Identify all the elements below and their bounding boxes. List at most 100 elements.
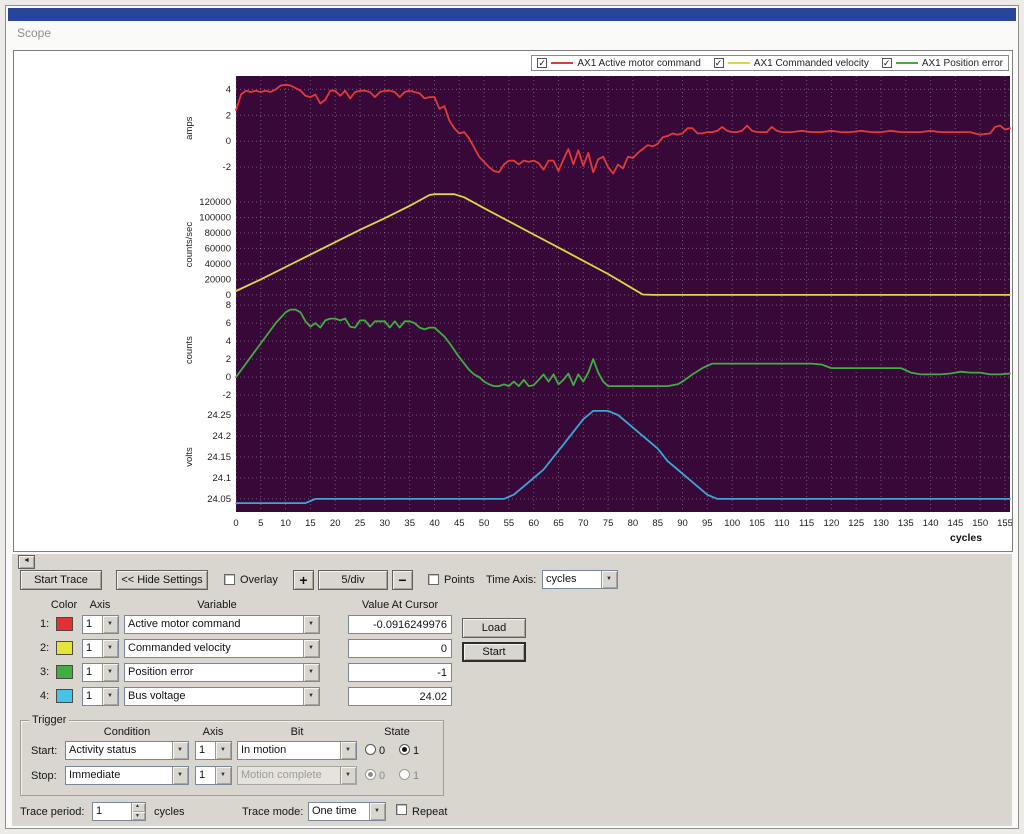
trigger-start-axis-select[interactable]: 1 [195, 741, 232, 760]
overlay-checkbox[interactable] [224, 574, 235, 585]
channel-axis-select[interactable]: 1 [82, 615, 119, 634]
scope-window: Scope 0510152025303540455055606570758085… [5, 5, 1019, 829]
svg-text:5: 5 [258, 518, 263, 529]
settings-panel: Start Trace << Hide Settings Overlay + 5… [12, 554, 1012, 826]
trigger-start-state-0-radio[interactable] [365, 744, 376, 755]
svg-text:counts: counts [184, 336, 195, 364]
hscroll-left-button[interactable] [18, 555, 35, 569]
points-label: Points [444, 574, 475, 586]
svg-text:volts: volts [184, 447, 195, 467]
svg-text:55: 55 [504, 518, 515, 529]
svg-text:80: 80 [628, 518, 639, 529]
legend-checkbox[interactable] [714, 58, 724, 68]
legend-label: AX1 Active motor command [577, 58, 700, 69]
hide-settings-button[interactable]: << Hide Settings [116, 570, 208, 590]
legend-line-sample [728, 62, 750, 64]
scope-plot[interactable]: 0510152025303540455055606570758085909510… [14, 51, 1012, 551]
start-button[interactable]: Start [462, 642, 526, 662]
channel-axis-value: 1 [83, 616, 102, 633]
svg-text:115: 115 [799, 518, 814, 529]
trigger-start-bit-select[interactable]: In motion [237, 741, 357, 760]
svg-text:24.05: 24.05 [207, 494, 231, 505]
svg-text:50: 50 [479, 518, 490, 529]
channel-variable-select[interactable]: Commanded velocity [124, 639, 320, 658]
svg-text:150: 150 [972, 518, 988, 529]
channel-number: 1: [40, 618, 49, 630]
trigger-stop-label: Stop: [31, 770, 57, 782]
chevron-down-icon [102, 640, 118, 657]
spin-down-icon[interactable] [132, 812, 145, 821]
svg-text:24.2: 24.2 [213, 431, 232, 442]
trigger-stop-axis-select[interactable]: 1 [195, 766, 232, 785]
scale-per-div-button[interactable]: 5/div [318, 570, 388, 590]
spinner-buttons [131, 803, 145, 820]
trigger-stop-bit-value: Motion complete [238, 767, 340, 784]
legend-entry: AX1 Position error [882, 58, 1003, 69]
trigger-start-state-1-radio[interactable] [399, 744, 410, 755]
svg-text:24.25: 24.25 [207, 410, 231, 421]
chart-panel: 0510152025303540455055606570758085909510… [13, 50, 1013, 552]
trace-period-value: 1 [93, 803, 131, 820]
repeat-checkbox[interactable] [396, 804, 407, 815]
svg-text:60000: 60000 [205, 243, 231, 254]
points-checkbox[interactable] [428, 574, 439, 585]
channel-variable-select[interactable]: Bus voltage [124, 687, 320, 706]
trace-period-label: Trace period: [20, 806, 84, 818]
svg-text:15: 15 [305, 518, 316, 529]
channel-color-swatch [56, 617, 73, 631]
svg-text:40: 40 [429, 518, 440, 529]
channel-variable-value: Active motor command [125, 616, 303, 633]
chevron-down-icon [303, 664, 319, 681]
svg-text:120000: 120000 [199, 197, 231, 208]
channel-axis-select[interactable]: 1 [82, 663, 119, 682]
svg-text:75: 75 [603, 518, 614, 529]
chevron-down-icon [172, 742, 188, 759]
channel-variable-value: Commanded velocity [125, 640, 303, 657]
chart-legend: AX1 Active motor command AX1 Commanded v… [531, 55, 1009, 71]
channel-number: 2: [40, 642, 49, 654]
svg-text:0: 0 [226, 372, 231, 383]
svg-text:2: 2 [226, 110, 231, 121]
legend-checkbox[interactable] [537, 58, 547, 68]
channel-variable-select[interactable]: Position error [124, 663, 320, 682]
load-button[interactable]: Load [462, 618, 526, 638]
chevron-down-icon [215, 767, 231, 784]
channel-variable-select[interactable]: Active motor command [124, 615, 320, 634]
svg-text:100000: 100000 [199, 213, 231, 224]
trigger-stop-condition-select[interactable]: Immediate [65, 766, 189, 785]
svg-text:105: 105 [749, 518, 765, 529]
svg-text:135: 135 [898, 518, 914, 529]
svg-text:20: 20 [330, 518, 341, 529]
svg-text:counts/sec: counts/sec [184, 222, 195, 268]
trigger-start-axis-value: 1 [196, 742, 215, 759]
chevron-down-icon [340, 742, 356, 759]
left-arrow-icon [19, 556, 34, 568]
trigger-start-label: Start: [31, 745, 57, 757]
spin-up-icon[interactable] [132, 803, 145, 812]
legend-checkbox[interactable] [882, 58, 892, 68]
time-axis-select[interactable]: cycles [542, 570, 618, 589]
channel-color-swatch [56, 641, 73, 655]
channel-axis-select[interactable]: 1 [82, 639, 119, 658]
svg-text:30: 30 [380, 518, 391, 529]
svg-text:amps: amps [184, 116, 195, 139]
channel-value-at-cursor: -0.0916249976 [348, 615, 452, 634]
col-header-color: Color [51, 599, 77, 611]
trace-period-spinner[interactable]: 1 [92, 802, 146, 821]
svg-text:110: 110 [774, 518, 789, 529]
zoom-out-button[interactable]: − [392, 570, 413, 590]
chevron-down-icon [102, 616, 118, 633]
zoom-in-button[interactable]: + [293, 570, 314, 590]
svg-text:145: 145 [947, 518, 963, 529]
channel-value-at-cursor: 24.02 [348, 687, 452, 706]
chevron-down-icon [303, 640, 319, 657]
channel-axis-select[interactable]: 1 [82, 687, 119, 706]
window-titlebar[interactable] [8, 8, 1016, 21]
chevron-down-icon [102, 664, 118, 681]
channel-value-at-cursor: -1 [348, 663, 452, 682]
svg-text:6: 6 [226, 318, 231, 329]
trigger-start-condition-select[interactable]: Activity status [65, 741, 189, 760]
trace-mode-select[interactable]: One time [308, 802, 386, 821]
start-trace-button[interactable]: Start Trace [20, 570, 102, 590]
trigger-stop-axis-value: 1 [196, 767, 215, 784]
